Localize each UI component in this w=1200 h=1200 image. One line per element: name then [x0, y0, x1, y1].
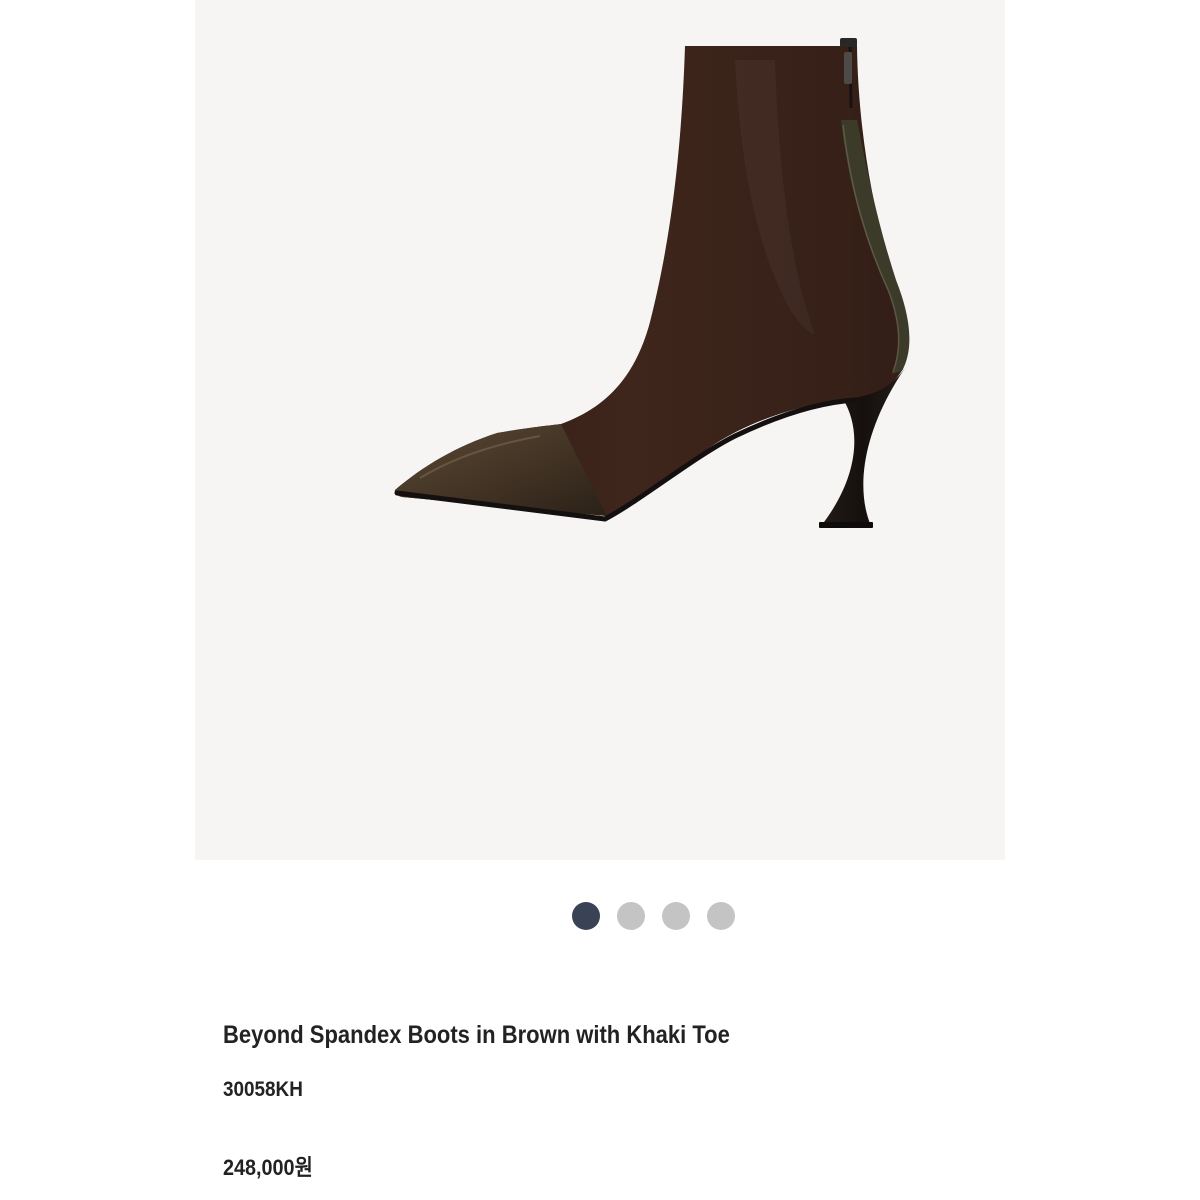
product-sku: 30058KH [223, 1078, 303, 1101]
product-page: Beyond Spandex Boots in Brown with Khaki… [0, 0, 1200, 1200]
carousel-dot-2[interactable] [617, 902, 645, 930]
carousel-pagination [572, 902, 735, 930]
zipper-pull-tab [844, 52, 852, 84]
product-price: 248,000원 [223, 1155, 313, 1180]
carousel-dot-4[interactable] [707, 902, 735, 930]
carousel-dot-3[interactable] [662, 902, 690, 930]
product-image[interactable] [195, 0, 1005, 860]
zipper-top-stop [840, 38, 857, 47]
boot-illustration [394, 38, 910, 528]
carousel-dot-1[interactable] [572, 902, 600, 930]
heel-tip [819, 522, 873, 528]
product-title: Beyond Spandex Boots in Brown with Khaki… [223, 1021, 730, 1049]
